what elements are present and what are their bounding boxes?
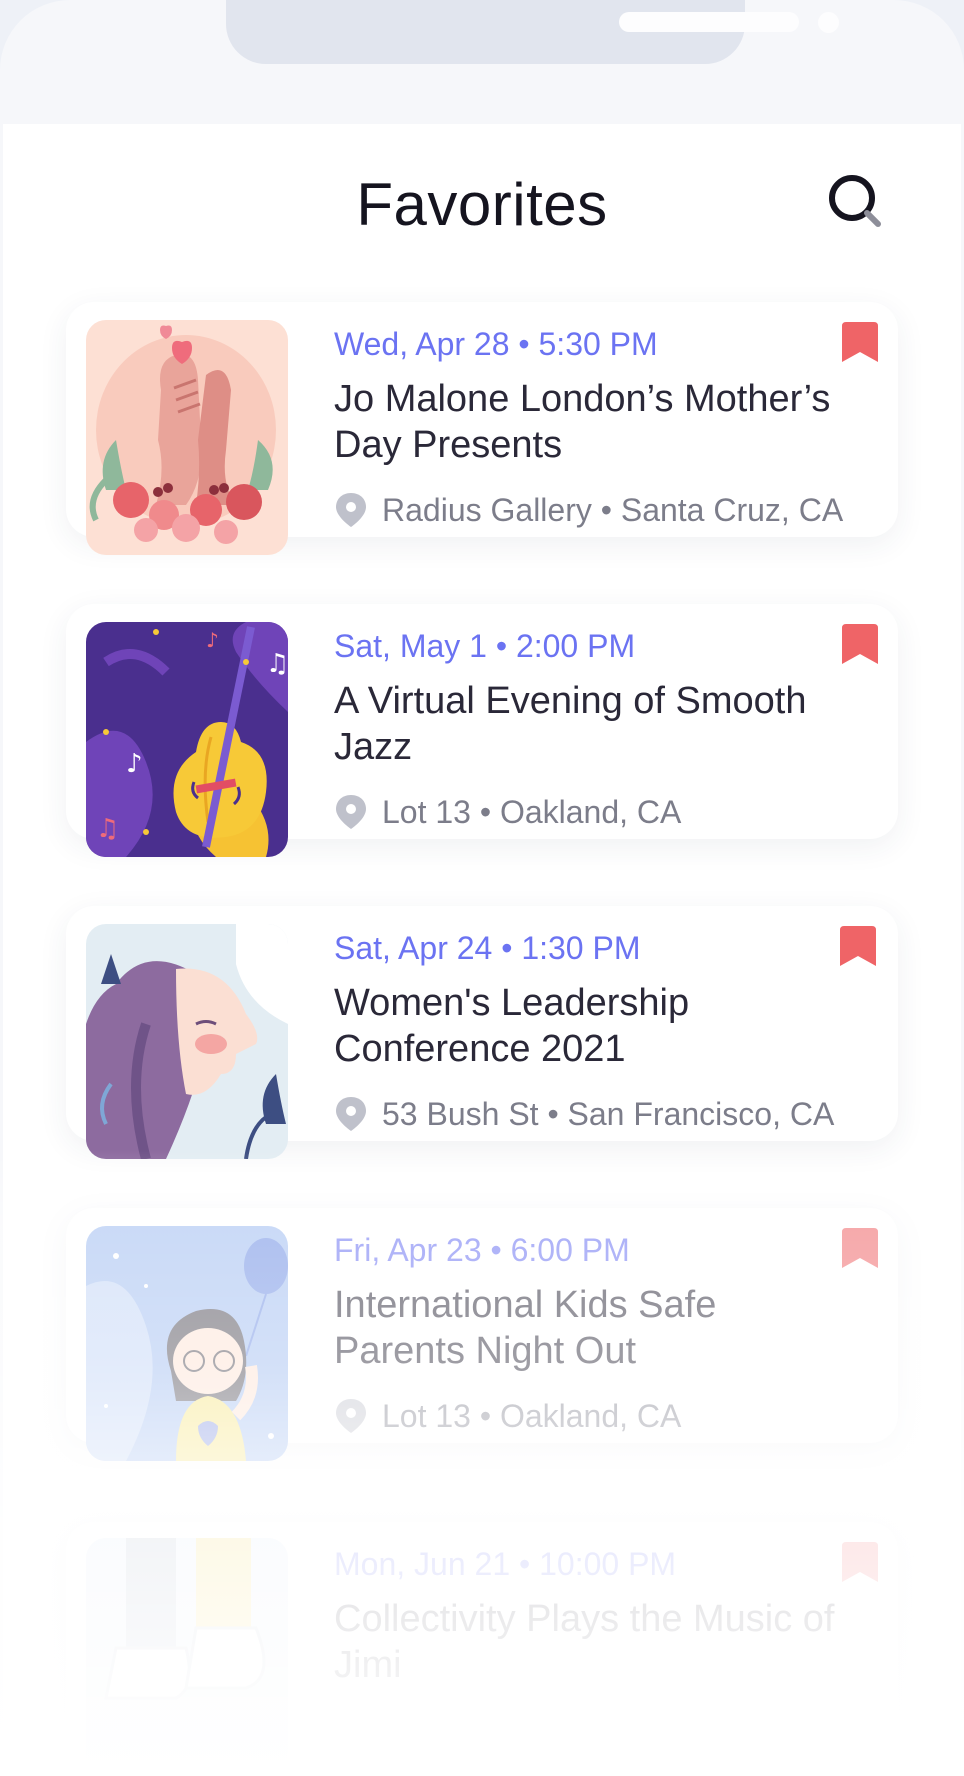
location-pin-icon xyxy=(336,795,366,829)
event-card[interactable]: ♪ ♫ ♫ ♪ Sat, May 1 • 2:00 PM A Virtual E… xyxy=(66,604,898,857)
svg-text:♪: ♪ xyxy=(126,749,143,779)
event-thumbnail xyxy=(86,1226,288,1461)
location-label: 53 Bush St • San Francisco, CA xyxy=(382,1095,835,1132)
event-title[interactable]: A Virtual Evening of Smooth Jazz xyxy=(334,678,854,770)
svg-text:♫: ♫ xyxy=(266,649,288,679)
event-location: Radius Gallery • Santa Cruz, CA xyxy=(334,490,843,530)
search-button[interactable] xyxy=(826,170,886,230)
event-location: 53 Bush St • San Francisco, CA xyxy=(334,1094,834,1134)
svg-text:♪: ♪ xyxy=(206,628,219,652)
event-location: Lot 13 • Oakland, CA xyxy=(334,792,681,832)
search-icon[interactable] xyxy=(826,170,886,230)
bookmark-icon[interactable] xyxy=(842,322,878,364)
event-date: Wed, Apr 28 • 5:30 PM xyxy=(334,326,658,362)
event-title[interactable]: International Kids Safe Parents Night Ou… xyxy=(334,1282,854,1374)
event-card[interactable]: Sat, Apr 24 • 1:30 PM Women's Leadership… xyxy=(66,906,898,1159)
phone-frame xyxy=(0,0,964,1776)
event-title[interactable]: Jo Malone London’s Mother’s Day Presents xyxy=(334,376,854,468)
event-title[interactable]: Collectivity Plays the Music of Jimi xyxy=(334,1596,854,1688)
event-location: Lot 13 • Oakland, CA xyxy=(334,1396,681,1436)
bookmark-icon[interactable] xyxy=(842,1542,878,1584)
location-label: Lot 13 • Oakland, CA xyxy=(382,1397,682,1434)
bookmark-icon[interactable] xyxy=(842,1228,878,1270)
event-thumbnail xyxy=(86,1538,288,1773)
event-title[interactable]: Women's Leadership Conference 2021 xyxy=(334,980,854,1072)
location-label: Radius Gallery • Santa Cruz, CA xyxy=(382,491,844,528)
event-thumbnail: ♪ ♫ ♫ ♪ xyxy=(86,622,288,857)
event-date: Sat, Apr 24 • 1:30 PM xyxy=(334,930,641,966)
event-date: Mon, Jun 21 • 10:00 PM xyxy=(334,1546,677,1582)
event-thumbnail xyxy=(86,924,288,1159)
speaker xyxy=(619,12,799,32)
bookmark-icon[interactable] xyxy=(840,926,876,968)
page-title: Favorites xyxy=(356,171,608,238)
event-thumbnail xyxy=(86,320,288,555)
location-pin-icon xyxy=(336,493,366,527)
svg-text:♫: ♫ xyxy=(96,814,119,844)
front-camera xyxy=(818,12,839,33)
bookmark-icon[interactable] xyxy=(842,624,878,666)
event-card[interactable]: Wed, Apr 28 • 5:30 PM Jo Malone London’s… xyxy=(66,302,898,555)
location-pin-icon xyxy=(336,1097,366,1131)
location-label: Lot 13 • Oakland, CA xyxy=(382,793,682,830)
location-pin-icon xyxy=(336,1399,366,1433)
event-card[interactable]: Fri, Apr 23 • 6:00 PM International Kids… xyxy=(66,1208,898,1461)
notch xyxy=(226,0,839,64)
event-date: Fri, Apr 23 • 6:00 PM xyxy=(334,1232,630,1268)
event-card[interactable]: Mon, Jun 21 • 10:00 PM Collectivity Play… xyxy=(66,1522,898,1773)
event-date: Sat, May 1 • 2:00 PM xyxy=(334,628,636,664)
